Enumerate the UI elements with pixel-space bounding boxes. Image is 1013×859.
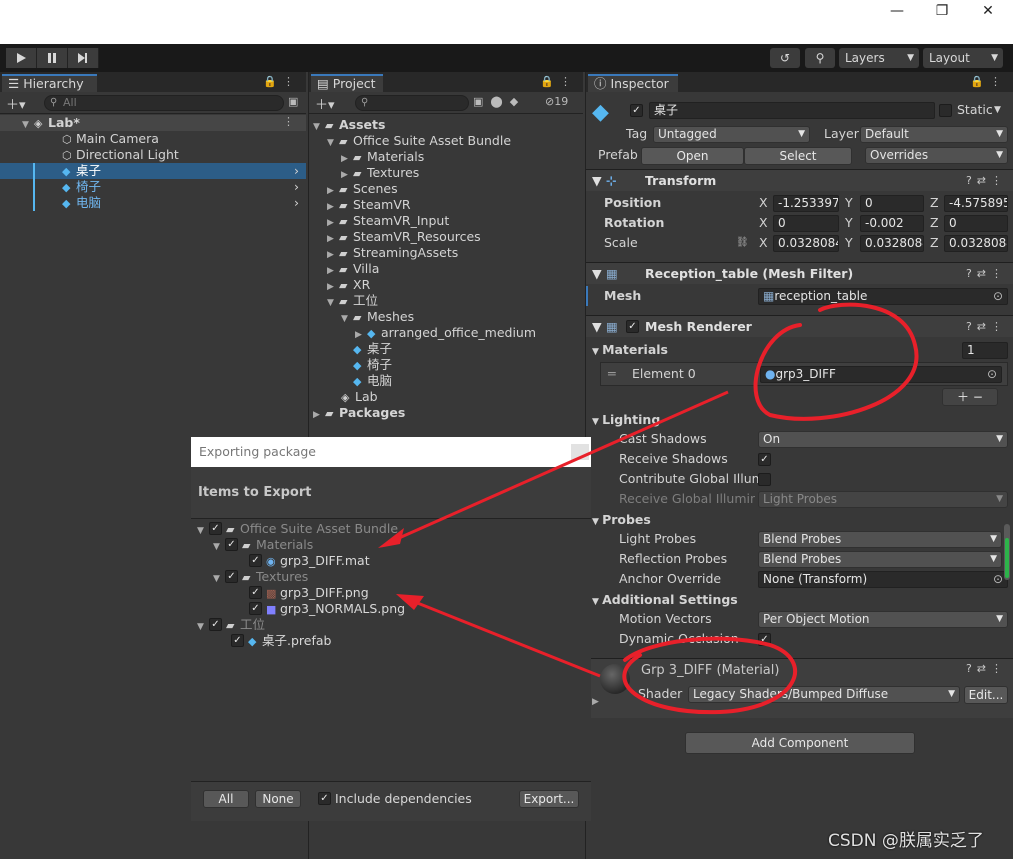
annotation-overlay <box>378 302 919 715</box>
watermark: CSDN @朕属实乏了 <box>828 831 984 851</box>
annotation-arrow-line-1 <box>389 390 729 544</box>
annotation-circle-element0 <box>753 302 919 421</box>
annotation-arrowhead-1 <box>378 528 404 548</box>
annotation-arrow-line-2 <box>404 596 601 678</box>
annotation-circle-material <box>622 636 798 715</box>
annotation-arrowhead-2 <box>396 594 424 610</box>
